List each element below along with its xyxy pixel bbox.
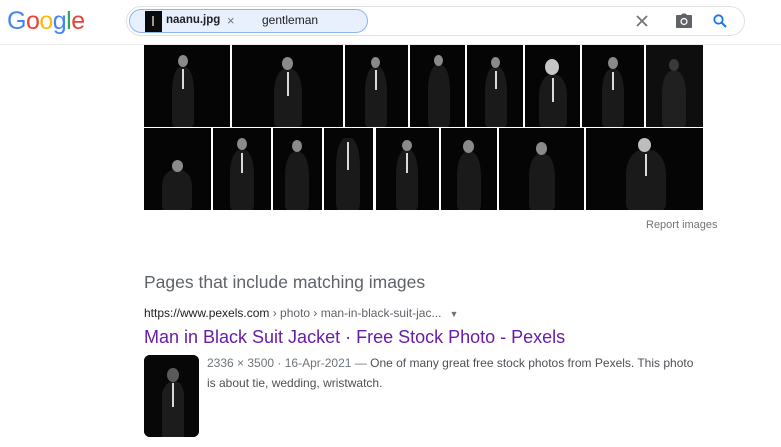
image-result[interactable] (144, 128, 211, 210)
image-result[interactable] (232, 45, 343, 127)
image-result[interactable] (586, 128, 703, 210)
result-url-host: https://www.pexels.com (144, 306, 270, 320)
image-result[interactable] (582, 45, 644, 127)
google-logo[interactable]: Google (7, 7, 85, 36)
image-result[interactable] (324, 128, 373, 210)
image-result[interactable] (273, 128, 322, 210)
image-result[interactable] (646, 45, 703, 127)
header-bar: Google naanu.jpg × gentleman (0, 0, 781, 45)
report-images-link[interactable]: Report images (646, 219, 718, 231)
result-thumbnail[interactable] (144, 355, 199, 437)
image-result[interactable] (376, 128, 439, 210)
result-snippet: 2336 × 3500 · 16-Apr-2021 — One of many … (207, 353, 697, 393)
image-result[interactable] (525, 45, 580, 127)
camera-icon[interactable] (673, 10, 695, 32)
result-title-link[interactable]: Man in Black Suit Jacket · Free Stock Ph… (144, 327, 565, 348)
clear-icon[interactable] (631, 10, 653, 32)
search-input[interactable]: gentleman (262, 13, 318, 27)
logo-letter: e (71, 7, 85, 35)
image-result[interactable] (345, 45, 408, 127)
logo-letter: o (25, 7, 40, 35)
chip-thumbnail (145, 11, 162, 32)
result-url[interactable]: https://www.pexels.com › photo › man-in-… (144, 306, 458, 320)
logo-letter: G (7, 7, 26, 35)
image-result[interactable] (441, 128, 497, 210)
matching-pages-heading: Pages that include matching images (144, 272, 426, 292)
result-meta: 2336 × 3500 · 16-Apr-2021 — (207, 356, 367, 370)
logo-letter: g (52, 7, 67, 35)
search-image-chip[interactable]: naanu.jpg × (129, 9, 368, 33)
image-result[interactable] (144, 45, 230, 127)
chip-filename: naanu.jpg (166, 14, 221, 26)
image-result[interactable] (410, 45, 465, 127)
image-result[interactable] (499, 128, 584, 210)
image-result[interactable] (213, 128, 271, 210)
chip-remove-icon[interactable]: × (227, 13, 235, 28)
search-icon[interactable] (709, 10, 731, 32)
logo-letter: o (39, 7, 53, 35)
search-box[interactable]: naanu.jpg × gentleman (126, 6, 745, 36)
result-url-path: › photo › man-in-black-suit-jac... (269, 306, 442, 320)
image-result[interactable] (467, 45, 523, 127)
url-menu-caret-icon[interactable]: ▼ (449, 309, 458, 319)
